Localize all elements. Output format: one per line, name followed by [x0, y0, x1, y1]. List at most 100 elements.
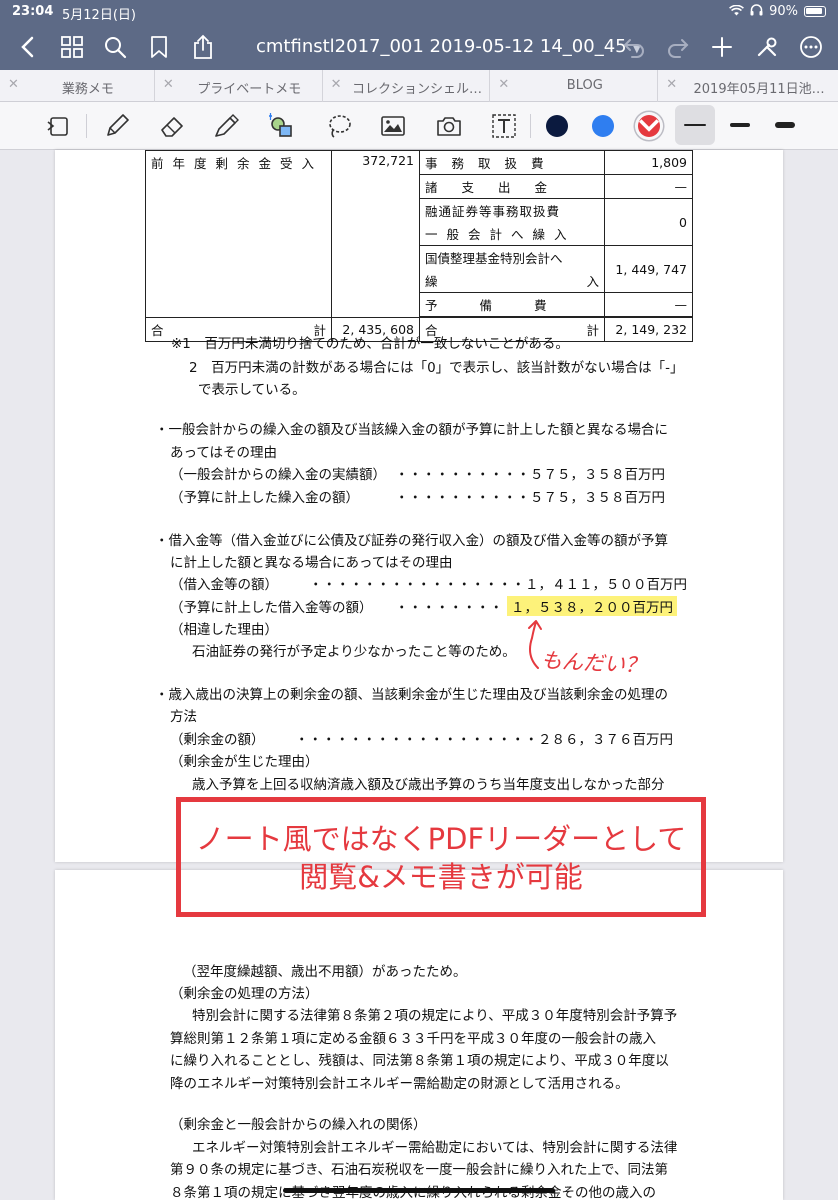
camera-tool[interactable]	[432, 109, 466, 143]
share-button[interactable]	[186, 30, 220, 64]
more-button[interactable]	[794, 30, 828, 64]
tab-2019-05-11[interactable]: ✕ 2019年05月11日池…	[658, 70, 838, 102]
shape-tool[interactable]	[264, 109, 298, 143]
section2-row1-value: ・・・・・・・・・・・・・・・・１，４１１，５００百万円	[309, 577, 687, 593]
page2-line: に繰り入れることとし、残額は、同法第８条第１項の規定により、平成３０年度以	[170, 1053, 669, 1069]
grid-icon	[61, 36, 83, 58]
stroke-thin-button-selected[interactable]	[675, 105, 715, 145]
text-tool[interactable]	[487, 109, 521, 143]
handwritten-note[interactable]: もんだい？	[540, 644, 646, 679]
note-2b: で表示している。	[198, 382, 306, 398]
plus-icon	[712, 37, 732, 57]
search-icon	[105, 37, 127, 59]
tab-bar: ✕ 業務メモ ✕ プライベートメモ ✕ コレクションシェル… ✕ BLOG ✕ …	[0, 70, 838, 102]
note-2a: 2 百万円未満の計数がある場合には「0」で表示し、該当計数がない場合は「-」	[189, 360, 684, 376]
headphones-icon	[750, 4, 763, 19]
section1-row2-value: ・・・・・・・・・・５７５，３５８百万円	[395, 490, 665, 506]
row-label: 事務取扱費	[425, 156, 558, 171]
color-red-button[interactable]	[632, 109, 666, 143]
row-label-line2: 一般会計へ繰入	[425, 227, 576, 242]
row-label: 諸支出金	[425, 180, 572, 195]
section3-row1-value: ・・・・・・・・・・・・・・・・・・２８６，３７６百万円	[295, 732, 673, 748]
annotation-red-box[interactable]: ノート風ではなくPDFリーダーとして 閲覧&メモ書きが可能	[176, 797, 706, 917]
row-value: —	[604, 292, 693, 317]
tab-close-icon[interactable]: ✕	[331, 77, 342, 92]
tab-close-icon[interactable]: ✕	[163, 77, 174, 92]
row-label-line1: 国債整理基金特別会計へ	[425, 251, 563, 266]
tab-business-memo[interactable]: ✕ 業務メモ	[0, 70, 155, 102]
stroke-medium-button[interactable]	[727, 114, 755, 136]
document-title[interactable]: cmtfinstl2017_001 2019-05-12 14_00_45 ▼	[256, 36, 641, 57]
stroke-thick-icon	[775, 122, 795, 128]
page2-line: 特別会計に関する法律第８条第２項の規定により、平成３０年度特別会計予算予	[192, 1008, 678, 1024]
bookmark-icon	[151, 36, 167, 58]
add-page-button[interactable]	[705, 30, 739, 64]
undo-button[interactable]	[617, 30, 651, 64]
page2-line: （剰余金の処理の方法）	[170, 986, 319, 1002]
section1-row1-value: ・・・・・・・・・・５７５，３５８百万円	[395, 467, 665, 483]
home-indicator[interactable]	[283, 1188, 555, 1193]
row-value: 0	[604, 198, 693, 246]
row-label-part: 入	[586, 274, 599, 289]
camera-icon	[437, 117, 461, 136]
page2-line: エネルギー対策特別会計エネルギー需給勘定においては、特別会計に関する法律	[192, 1140, 678, 1156]
tools-button[interactable]	[750, 30, 784, 64]
status-right: 90%	[729, 4, 826, 19]
tab-close-icon[interactable]: ✕	[498, 77, 509, 92]
image-tool[interactable]	[376, 109, 410, 143]
tab-private-memo[interactable]: ✕ プライベートメモ	[155, 70, 323, 102]
read-mode-button[interactable]	[42, 109, 76, 143]
status-time: 23:04	[12, 4, 54, 19]
finance-table: 前年度剰余金受入 372,721 事務取扱費 1,809 諸支出金 — 融通証券…	[145, 150, 693, 342]
table-cell: 諸支出金	[419, 174, 605, 199]
color-navy-button[interactable]	[540, 109, 574, 143]
tab-label: 業務メモ	[61, 82, 114, 97]
annotation-box-line2: 閲覧&メモ書きが可能	[299, 860, 583, 894]
share-icon	[194, 34, 212, 59]
wrench-icon	[757, 37, 777, 57]
eraser-tool[interactable]	[155, 109, 189, 143]
pdf-page-1[interactable]: 前年度剰余金受入 372,721 事務取扱費 1,809 諸支出金 — 融通証券…	[55, 150, 783, 862]
tab-close-icon[interactable]: ✕	[8, 77, 19, 92]
pen-tool[interactable]	[100, 109, 134, 143]
section3-row1-label: （剰余金の額）	[170, 732, 265, 748]
chevron-down-icon	[638, 119, 660, 132]
section2-reason-label: （相違した理由）	[170, 622, 278, 638]
section2-row2-label: （予算に計上した借入金等の額）	[170, 600, 373, 616]
image-icon	[381, 116, 405, 136]
tab-close-icon[interactable]: ✕	[666, 77, 677, 92]
color-blue-button[interactable]	[586, 109, 620, 143]
text-box-icon	[492, 114, 516, 138]
bookmark-button[interactable]	[142, 30, 176, 64]
stroke-thin-icon	[684, 124, 706, 126]
pdf-page-2[interactable]: （翌年度繰越額、歳出不用額）があったため。 （剰余金の処理の方法） 特別会計に関…	[55, 870, 783, 1200]
tab-label: プライベートメモ	[197, 82, 302, 97]
table-cell: 国債整理基金特別会計へ 繰入	[419, 245, 605, 293]
total-right-value: 2, 149, 232	[604, 317, 693, 342]
table-cell: 事務取扱費	[419, 150, 605, 175]
section1-row1-label: （一般会計からの繰入金の実績額）	[170, 467, 386, 483]
color-swatch-blue	[592, 115, 614, 137]
color-swatch-red-selected	[638, 115, 660, 137]
row-label-line2: 繰入	[425, 271, 599, 290]
grid-view-button[interactable]	[55, 30, 89, 64]
back-button[interactable]	[10, 30, 44, 64]
section2-row2-dots: ・・・・・・・・	[395, 600, 503, 616]
redo-button[interactable]	[661, 30, 695, 64]
total-label: 計	[586, 323, 599, 338]
page2-line: 降のエネルギー対策特別会計エネルギー需給勘定の財源として活用される。	[170, 1076, 629, 1092]
tab-collection-shell[interactable]: ✕ コレクションシェル…	[323, 70, 491, 102]
document-title-text: cmtfinstl2017_001 2019-05-12 14_00_45	[256, 36, 627, 57]
section2-reason-text: 石油証券の発行が予定より少なかったこと等のため。	[192, 644, 516, 660]
stroke-thick-button[interactable]	[772, 114, 800, 136]
toolbar-divider	[530, 114, 531, 138]
highlighter-tool[interactable]	[208, 109, 242, 143]
pen-icon	[107, 114, 129, 136]
shapes-icon	[269, 113, 292, 137]
section2-line2: に計上した額と異なる場合にあってはその理由	[170, 555, 453, 571]
section3-reason-text: 歳入予算を上回る収納済歳入額及び歳出予算のうち当年度支出しなかった部分	[192, 777, 665, 793]
lasso-tool[interactable]	[322, 109, 356, 143]
page2-line: （剰余金と一般会計からの繰入れの関係）	[170, 1117, 427, 1133]
tab-blog[interactable]: ✕ BLOG	[490, 70, 659, 102]
search-button[interactable]	[98, 30, 132, 64]
